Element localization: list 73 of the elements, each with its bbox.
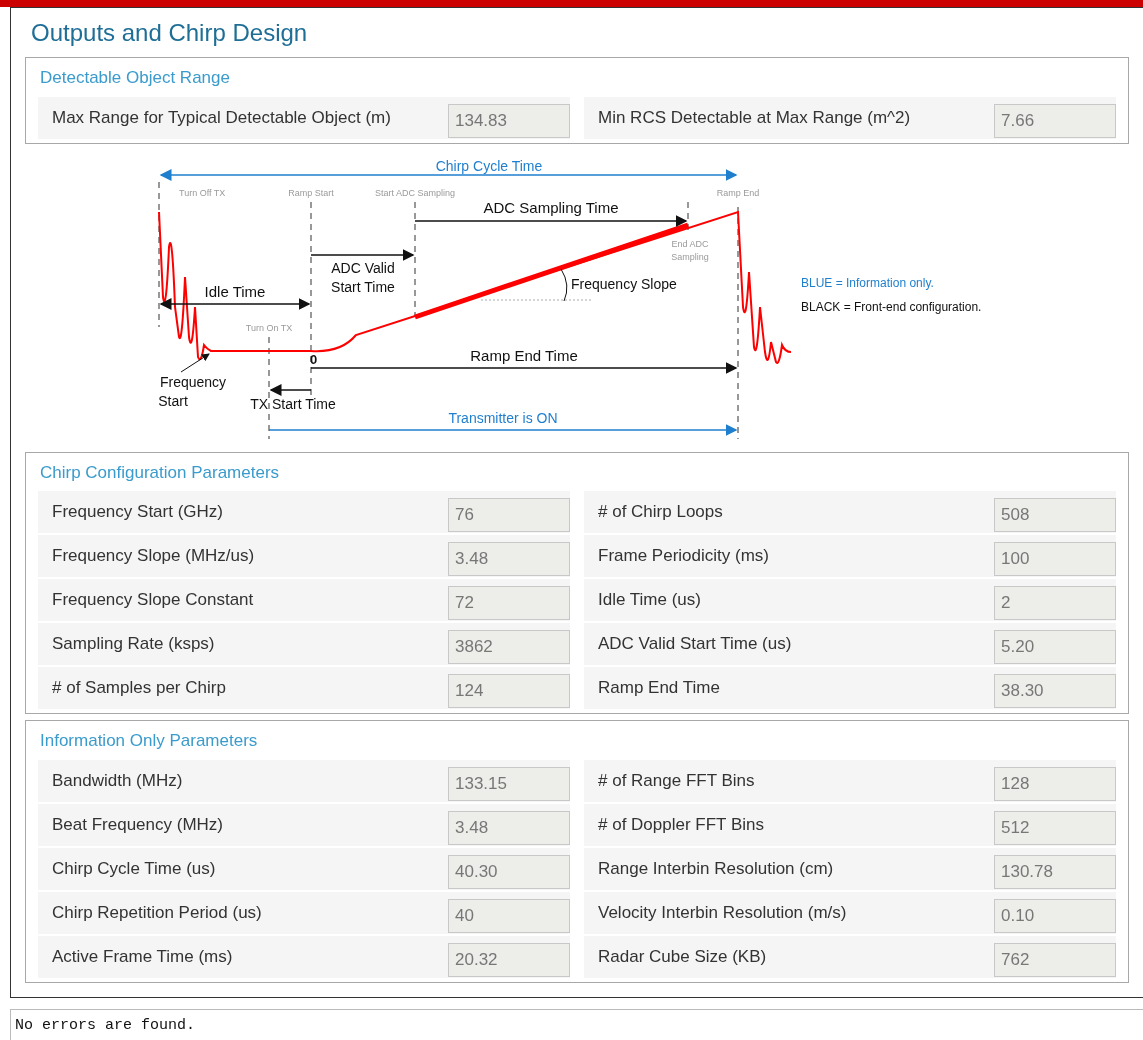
- parameter-field[interactable]: 128: [994, 766, 1116, 801]
- parameter-field[interactable]: 134.83: [448, 103, 570, 138]
- parameter-label: Frame Periodicity (ms): [598, 545, 769, 568]
- parameter-label: Idle Time (us): [598, 589, 701, 612]
- section-title: Detectable Object Range: [39, 67, 231, 89]
- parameter-label: Chirp Repetition Period (us): [52, 901, 262, 924]
- diagram-label: 0: [310, 351, 318, 367]
- parameter-field[interactable]: 3862: [448, 630, 570, 664]
- diagram-label: ADC Sampling Time: [483, 198, 619, 216]
- parameter-label: Velocity Interbin Resolution (m/s): [598, 901, 847, 924]
- diagram-label: TX Start Time: [250, 395, 336, 412]
- parameter-field[interactable]: 5.20: [994, 630, 1116, 664]
- parameter-label: Ramp End Time: [598, 677, 720, 700]
- diagram-label: Idle Time: [204, 282, 266, 300]
- parameter-field[interactable]: 7.66: [994, 103, 1116, 138]
- parameter-label: Frequency Start (GHz): [52, 501, 223, 524]
- parameter-field[interactable]: 100: [994, 542, 1116, 576]
- diagram-label: BLACK = Front-end configuration.: [801, 299, 982, 314]
- diagram-label: Frequency: [159, 373, 227, 390]
- diagram-label: Transmitter is ON: [448, 409, 558, 426]
- parameter-field[interactable]: 40.30: [448, 854, 570, 889]
- parameter-label: Frequency Slope Constant: [52, 589, 254, 612]
- diagram-label: Turn Off TX: [179, 187, 226, 198]
- parameter-field[interactable]: 3.48: [448, 810, 570, 845]
- parameter-label: # of Range FFT Bins: [598, 769, 755, 792]
- status-box: No errors are found.: [10, 1009, 1143, 1040]
- parameter-label: Frequency Slope (MHz/us): [52, 545, 255, 568]
- parameter-label: # of Chirp Loops: [598, 501, 723, 524]
- diagram-label: Frequency Slope: [571, 275, 677, 292]
- parameter-field[interactable]: 40: [448, 898, 570, 933]
- diagram-label: Ramp Start: [288, 187, 334, 198]
- parameter-field[interactable]: 130.78: [994, 854, 1116, 889]
- parameter-field[interactable]: 3.48: [448, 542, 570, 576]
- parameter-label: Bandwidth (MHz): [52, 769, 183, 792]
- parameter-label: Min RCS Detectable at Max Range (m^2): [598, 106, 911, 129]
- pointer-arrow: [180, 352, 210, 372]
- diagram-label: Start Time: [331, 278, 395, 295]
- diagram-label: Ramp End: [716, 187, 760, 198]
- parameter-field[interactable]: 133.15: [448, 766, 570, 801]
- parameter-label: # of Samples per Chirp: [52, 677, 226, 700]
- panel-title: Outputs and Chirp Design: [30, 18, 309, 48]
- parameter-label: Beat Frequency (MHz): [52, 813, 223, 836]
- parameter-label: Range Interbin Resolution (cm): [598, 857, 834, 880]
- diagram-label: Sampling: [671, 251, 709, 262]
- parameter-field[interactable]: 512: [994, 810, 1116, 845]
- diagram-label: Start: [158, 392, 188, 409]
- diagram-label: Chirp Cycle Time: [435, 157, 543, 174]
- section-title: Information Only Parameters: [39, 730, 259, 752]
- diagram-label: Turn On TX: [245, 322, 293, 333]
- parameter-field[interactable]: 72: [448, 586, 570, 620]
- parameter-field[interactable]: 38.30: [994, 674, 1116, 708]
- parameter-field[interactable]: 762: [994, 942, 1116, 977]
- diagram-label: Ramp End Time: [470, 346, 578, 364]
- parameter-field[interactable]: 508: [994, 498, 1116, 532]
- diagram-label: Start ADC Sampling: [375, 187, 455, 198]
- parameter-field[interactable]: 0.10: [994, 898, 1116, 933]
- diagram-label: ADC Valid: [331, 259, 395, 276]
- parameter-label: Chirp Cycle Time (us): [52, 857, 216, 880]
- parameter-label: Active Frame Time (ms): [52, 945, 233, 968]
- tx-start-arrow: [269, 383, 312, 396]
- slope-angle-arc: [560, 268, 568, 301]
- parameter-label: Max Range for Typical Detectable Object (m): [52, 106, 391, 129]
- parameter-field[interactable]: 124: [448, 674, 570, 708]
- diagram-label: End ADC: [671, 238, 709, 249]
- parameter-label: # of Doppler FFT Bins: [598, 813, 764, 836]
- section-title: Chirp Configuration Parameters: [39, 461, 281, 484]
- parameter-label: ADC Valid Start Time (us): [598, 633, 792, 656]
- parameter-field[interactable]: 76: [448, 498, 570, 532]
- parameter-label: Radar Cube Size (KB): [598, 945, 767, 968]
- parameter-label: Sampling Rate (ksps): [52, 633, 215, 656]
- diagram-label: BLUE = Information only.: [801, 275, 934, 290]
- parameter-field[interactable]: 20.32: [448, 942, 570, 977]
- parameter-field[interactable]: 2: [994, 586, 1116, 620]
